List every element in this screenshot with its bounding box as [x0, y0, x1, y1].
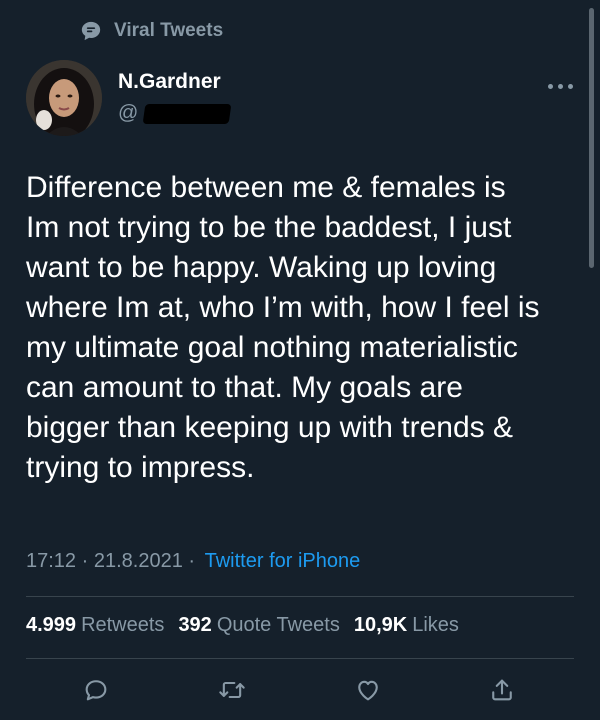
quote-tweets-label: Quote Tweets — [216, 614, 340, 636]
scrollbar[interactable] — [589, 8, 594, 268]
avatar[interactable] — [26, 60, 102, 136]
tweet-text: Difference between me & females is Im no… — [26, 171, 540, 484]
reply-button[interactable] — [76, 670, 116, 710]
handle-prefix: @ — [118, 102, 139, 124]
more-icon-dot — [567, 83, 573, 89]
context-label: Viral Tweets — [114, 20, 224, 41]
more-options-button[interactable] — [540, 74, 580, 98]
more-icon-dot — [547, 83, 553, 89]
share-icon — [492, 679, 512, 701]
meta-separator: · — [76, 550, 94, 572]
tweet-date[interactable]: 21.8.2021 — [94, 550, 183, 573]
meta-separator: · — [182, 550, 201, 572]
tweet-detail-page: Viral Tweets N.Gardner @ Difference betw… — [0, 0, 600, 720]
avatar-photo — [26, 60, 102, 136]
author-name[interactable]: N.Gardner — [118, 70, 221, 94]
divider — [26, 596, 574, 597]
divider — [26, 658, 574, 659]
social-context[interactable]: Viral Tweets — [80, 18, 223, 44]
tweet-time[interactable]: 17:12 — [26, 550, 76, 573]
retweets-stat[interactable]: 4.999 Retweets — [26, 614, 164, 637]
retweets-count: 4.999 — [26, 614, 77, 636]
handle-redaction — [142, 103, 232, 124]
retweets-label: Retweets — [81, 614, 165, 636]
tweet-meta: 17:12 · 21.8.2021 · Twitter for iPhone — [26, 550, 360, 573]
tweet-stats: 4.999 Retweets 392 Quote Tweets 10,9K Li… — [26, 614, 459, 637]
speech-bubble-icon — [81, 21, 101, 41]
likes-stat[interactable]: 10,9K Likes — [354, 614, 459, 637]
retweet-icon — [219, 681, 245, 699]
tweet-source-link[interactable]: Twitter for iPhone — [205, 550, 361, 573]
likes-label: Likes — [412, 614, 459, 636]
quote-tweets-stat[interactable]: 392 Quote Tweets — [178, 614, 339, 637]
retweet-button[interactable] — [212, 670, 252, 710]
reply-icon — [85, 680, 107, 701]
author-handle[interactable]: @ — [118, 102, 232, 125]
share-button[interactable] — [482, 670, 522, 710]
more-icon-dot — [557, 83, 563, 89]
quote-tweets-count: 392 — [178, 614, 212, 636]
like-icon — [358, 680, 378, 701]
like-button[interactable] — [348, 670, 388, 710]
likes-count: 10,9K — [353, 614, 408, 636]
